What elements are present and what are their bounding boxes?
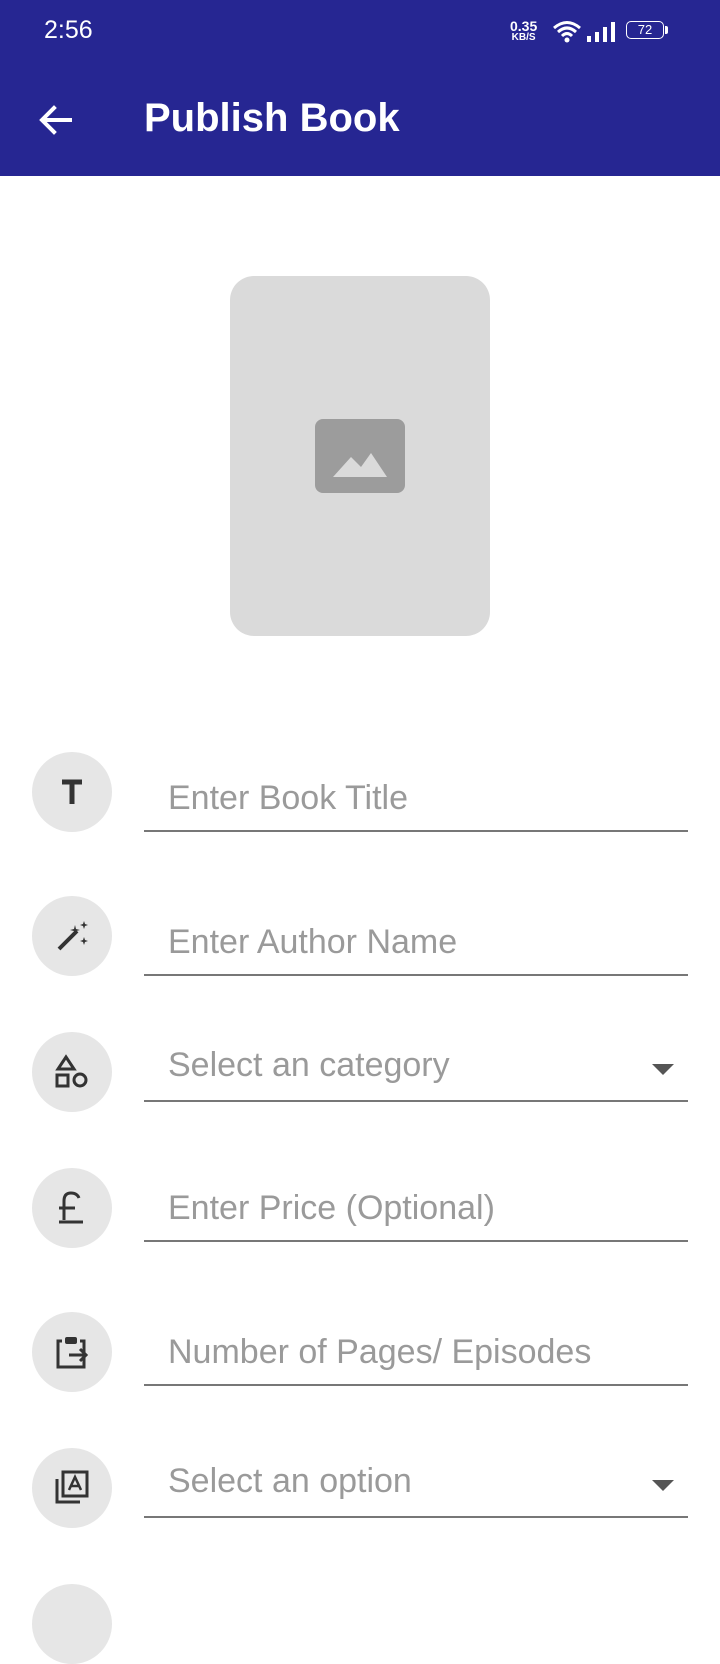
book-cover-picker[interactable]	[230, 276, 490, 636]
pound-icon	[32, 1168, 112, 1248]
author-field[interactable]	[144, 906, 688, 976]
price-row	[0, 1168, 720, 1268]
status-bar: 2:56 0.35 KB/S 72	[0, 0, 720, 64]
next-row-icon	[32, 1584, 112, 1664]
category-row: Select an category	[0, 1032, 720, 1132]
library-icon	[32, 1448, 112, 1528]
category-select-value: Select an category	[168, 1046, 450, 1084]
shapes-icon	[32, 1032, 112, 1112]
back-button[interactable]	[28, 92, 84, 148]
price-field[interactable]	[144, 1172, 688, 1242]
library-glyph	[55, 1470, 89, 1504]
battery-icon: 72	[626, 21, 668, 41]
magic-wand-icon	[32, 896, 112, 976]
pages-row	[0, 1312, 720, 1412]
book-title-field[interactable]	[144, 762, 688, 832]
text-title-icon	[32, 752, 112, 832]
status-time: 2:56	[44, 16, 93, 44]
chevron-down-icon	[652, 1064, 674, 1075]
clipboard-arrow-glyph	[56, 1337, 89, 1369]
author-input[interactable]	[168, 920, 668, 964]
page-title: Publish Book	[144, 96, 400, 140]
book-title-input[interactable]	[168, 776, 668, 820]
pages-input[interactable]	[168, 1330, 668, 1374]
magic-wand-glyph	[57, 921, 88, 951]
book-title-row	[0, 750, 720, 850]
chevron-down-icon	[652, 1480, 674, 1491]
app-bar: Publish Book	[0, 64, 720, 176]
network-speed-unit: KB/S	[511, 32, 536, 43]
pound-glyph	[59, 1191, 83, 1224]
category-select[interactable]: Select an category	[144, 1032, 688, 1102]
battery-level: 72	[626, 21, 664, 39]
arrow-left-icon	[39, 105, 72, 135]
battery-tip	[665, 26, 668, 34]
image-placeholder-icon	[315, 419, 405, 493]
shapes-glyph	[55, 1054, 88, 1088]
price-input[interactable]	[168, 1186, 668, 1230]
option-select[interactable]: Select an option	[144, 1448, 688, 1518]
network-speed: 0.35 KB/S	[510, 18, 538, 44]
option-select-value: Select an option	[168, 1462, 412, 1500]
signal-icon	[587, 22, 615, 42]
author-row	[0, 894, 720, 994]
pages-field[interactable]	[144, 1316, 688, 1386]
network-speed-value: 0.35	[510, 18, 538, 34]
option-row: Select an option	[0, 1448, 720, 1548]
clipboard-arrow-icon	[32, 1312, 112, 1392]
text-title-glyph	[62, 779, 82, 804]
wifi-icon	[553, 21, 581, 43]
